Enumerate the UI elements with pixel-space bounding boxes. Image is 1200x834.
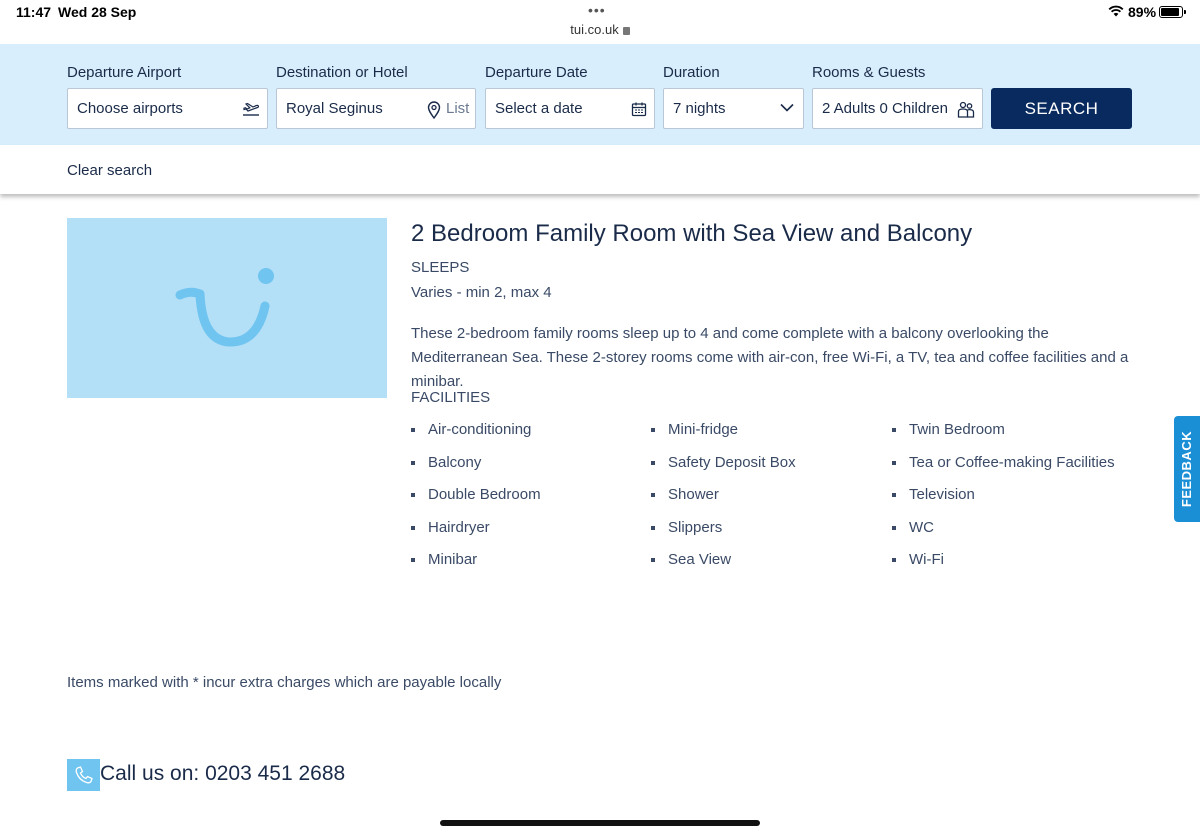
battery-nub bbox=[1184, 10, 1186, 14]
battery-percent: 89% bbox=[1128, 4, 1157, 20]
departure-airport-field[interactable]: Choose airports bbox=[67, 88, 268, 129]
facilities-column-2: Mini-fridge Safety Deposit Box Shower Sl… bbox=[651, 421, 796, 584]
room-description: These 2-bedroom family rooms sleep up to… bbox=[411, 325, 1129, 390]
departure-date-value: Select a date bbox=[495, 100, 583, 117]
phone-number[interactable]: 0203 451 2688 bbox=[205, 762, 345, 785]
facility-item: Minibar bbox=[411, 551, 541, 584]
facility-item: Balcony bbox=[411, 454, 541, 487]
duration-select[interactable]: 7 nights bbox=[663, 88, 804, 129]
clear-search-link[interactable]: Clear search bbox=[67, 162, 152, 179]
map-pin-icon bbox=[427, 101, 441, 119]
plane-departure-icon bbox=[243, 102, 260, 116]
home-indicator[interactable] bbox=[440, 820, 760, 826]
phone-icon[interactable] bbox=[67, 759, 100, 791]
duration-label: Duration bbox=[663, 64, 720, 81]
facility-item: Slippers bbox=[651, 519, 796, 552]
facility-item: Air-conditioning bbox=[411, 421, 541, 454]
feedback-text: FEEDBACK bbox=[1179, 430, 1194, 508]
facility-item: Wi-Fi bbox=[892, 551, 1115, 584]
facilities-column-3: Twin Bedroom Tea or Coffee-making Facili… bbox=[892, 421, 1115, 584]
feedback-label: FEEDBACK bbox=[1174, 416, 1200, 522]
status-date: Wed 28 Sep bbox=[58, 4, 137, 20]
chevron-down-icon bbox=[780, 103, 794, 112]
tui-logo-icon bbox=[175, 268, 274, 347]
guests-icon bbox=[957, 101, 975, 118]
departure-date-field[interactable]: Select a date bbox=[485, 88, 655, 129]
facilities-label: FACILITIES bbox=[411, 389, 491, 406]
facility-item: WC bbox=[892, 519, 1115, 552]
room-image-placeholder bbox=[67, 218, 387, 398]
facility-item: Mini-fridge bbox=[651, 421, 796, 454]
facility-item: Safety Deposit Box bbox=[651, 454, 796, 487]
facility-item: Twin Bedroom bbox=[892, 421, 1115, 454]
status-bar: 11:47 Wed 28 Sep ••• tui.co.uk 89% bbox=[0, 0, 1200, 44]
rooms-guests-label: Rooms & Guests bbox=[812, 64, 926, 81]
facilities-column-1: Air-conditioning Balcony Double Bedroom … bbox=[411, 421, 541, 584]
sleeps-label: SLEEPS bbox=[411, 259, 470, 276]
departure-date-label: Departure Date bbox=[485, 64, 588, 81]
facility-item: Double Bedroom bbox=[411, 486, 541, 519]
destination-label: Destination or Hotel bbox=[276, 64, 408, 81]
facility-item: Television bbox=[892, 486, 1115, 519]
search-panel: Departure Airport Choose airports Destin… bbox=[0, 44, 1200, 145]
facility-item: Sea View bbox=[651, 551, 796, 584]
call-us-label: Call us on: bbox=[100, 762, 200, 785]
battery-level bbox=[1161, 8, 1179, 16]
list-link[interactable]: List bbox=[446, 89, 469, 128]
departure-airport-value: Choose airports bbox=[77, 100, 183, 117]
lock-icon bbox=[622, 27, 630, 35]
clear-search-bar: Clear search bbox=[0, 145, 1200, 194]
facility-item: Hairdryer bbox=[411, 519, 541, 552]
departure-airport-label: Departure Airport bbox=[67, 64, 182, 81]
facility-item: Shower bbox=[651, 486, 796, 519]
status-time: 11:47 bbox=[16, 4, 52, 20]
facility-item: Tea or Coffee-making Facilities bbox=[892, 454, 1115, 487]
search-button[interactable]: SEARCH bbox=[991, 88, 1132, 129]
extra-charges-note: Items marked with * incur extra charges … bbox=[67, 674, 502, 691]
multitasking-dots-icon[interactable]: ••• bbox=[588, 2, 606, 18]
rooms-guests-value: 2 Adults 0 Children bbox=[822, 100, 948, 117]
wifi-icon bbox=[1108, 5, 1124, 17]
rooms-guests-field[interactable]: 2 Adults 0 Children bbox=[812, 88, 983, 129]
destination-field[interactable]: Royal Seginus List bbox=[276, 88, 476, 129]
destination-value: Royal Seginus bbox=[286, 100, 383, 117]
battery-icon bbox=[1159, 6, 1183, 18]
url-text: tui.co.uk bbox=[570, 22, 619, 37]
feedback-tab[interactable]: FEEDBACK bbox=[1174, 416, 1200, 522]
url-bar[interactable]: tui.co.uk bbox=[0, 22, 1200, 37]
sleeps-value: Varies - min 2, max 4 bbox=[411, 284, 552, 301]
room-title: 2 Bedroom Family Room with Sea View and … bbox=[411, 220, 973, 247]
duration-value: 7 nights bbox=[673, 100, 726, 117]
call-us-text: Call us on: 0203 451 2688 bbox=[100, 762, 345, 786]
calendar-icon bbox=[631, 102, 647, 117]
